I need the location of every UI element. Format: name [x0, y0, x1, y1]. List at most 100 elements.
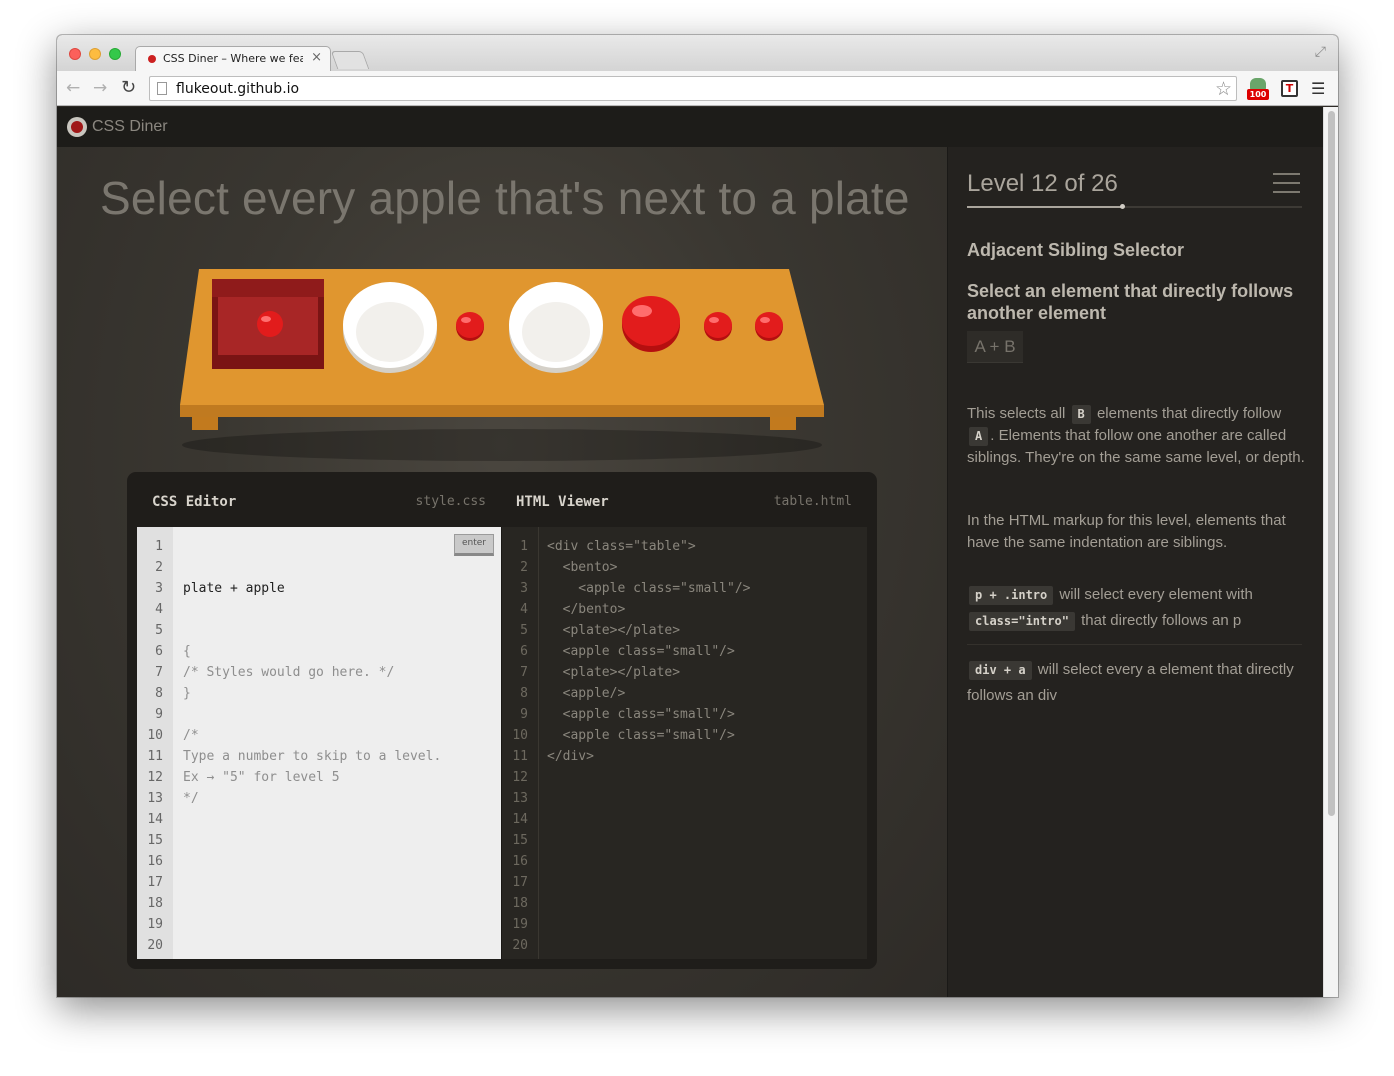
selector-title: Select an element that directly follows … — [967, 281, 1294, 323]
html-code-line: <bento> — [547, 560, 618, 575]
table-edge — [180, 405, 824, 417]
line-number: 18 — [512, 896, 528, 911]
line-number: 12 — [512, 770, 528, 785]
desc-tag-a: A — [969, 427, 989, 446]
tab-title: CSS Diner – Where we feast on CSS — [163, 52, 303, 65]
example-text: that directly follows an p — [1081, 612, 1242, 629]
html-code-line: <div class="table"> — [547, 539, 696, 554]
line-number: 15 — [512, 833, 528, 848]
plate[interactable] — [343, 282, 437, 373]
html-markup: <div class="table"> <bento> <apple class… — [547, 536, 751, 767]
html-code-line: <apple class="small"/> — [547, 728, 735, 743]
apple-small[interactable] — [755, 312, 783, 341]
desc-text: elements that directly follow — [1096, 405, 1282, 422]
plate[interactable] — [509, 282, 603, 373]
extension-t-icon[interactable]: T — [1281, 80, 1298, 97]
css-code-line: Type a number to skip to a level. — [183, 749, 442, 764]
browser-tab[interactable]: CSS Diner – Where we feast on CSS × — [135, 46, 331, 71]
line-number: 4 — [155, 602, 163, 617]
browser-window: CSS Diner – Where we feast on CSS × ⤢ ← … — [57, 35, 1338, 997]
desc-tag-b: B — [1071, 405, 1091, 424]
enter-button[interactable]: enter — [454, 534, 494, 556]
level-progress-bar — [967, 204, 1302, 209]
html-line-numbers: 1 2 3 4 5 6 7 8 9 10 11 12 13 14 15 16 17 18 19 20 — [502, 527, 539, 959]
line-number: 2 — [155, 560, 163, 575]
page-content: CSS Diner Select every apple that's next… — [57, 107, 1323, 997]
bento-box[interactable] — [212, 279, 324, 369]
close-tab-icon[interactable]: × — [311, 50, 322, 65]
line-number: 14 — [512, 812, 528, 827]
line-number: 2 — [520, 560, 528, 575]
bookmark-star-icon[interactable]: ☆ — [1215, 78, 1232, 100]
line-number: 7 — [155, 665, 163, 680]
apple[interactable] — [622, 296, 680, 352]
line-number: 9 — [155, 707, 163, 722]
new-tab-button[interactable] — [330, 51, 370, 69]
back-arrow-icon[interactable]: ← — [66, 78, 80, 98]
selector-syntax: A + B — [967, 331, 1023, 363]
close-window-button[interactable] — [69, 48, 81, 60]
level-menu-icon[interactable] — [1273, 173, 1300, 193]
fullscreen-icon[interactable]: ⤢ — [1315, 44, 1326, 60]
example-1: p + .intro will select every element wit… — [967, 582, 1302, 645]
html-code-line: <plate></plate> — [547, 665, 681, 680]
line-number: 19 — [147, 917, 163, 932]
line-number: 19 — [512, 917, 528, 932]
line-number: 20 — [147, 938, 163, 953]
page-scrollbar[interactable] — [1323, 107, 1338, 997]
html-code-line: <apple class="small"/> — [547, 581, 751, 596]
page-icon — [157, 82, 167, 95]
reload-icon[interactable]: ↻ — [121, 77, 136, 98]
css-line-numbers: 1 2 3 4 5 6 7 8 9 10 11 12 13 14 15 16 17 18 19 20 — [137, 527, 173, 959]
dinner-table — [180, 269, 824, 461]
line-number: 12 — [147, 770, 163, 785]
css-code-line — [183, 704, 441, 725]
html-viewer-title: HTML Viewer — [516, 494, 609, 510]
apple-small-in-bento[interactable] — [257, 311, 283, 337]
game-area: Select every apple that's next to a plat… — [57, 147, 947, 997]
desc-text: This selects all — [967, 405, 1066, 422]
css-selector-input[interactable]: plate + apple — [183, 578, 441, 599]
selector-name: Adjacent Sibling Selector — [967, 240, 1185, 260]
css-code-line: Ex → "5" for level 5 — [183, 770, 340, 785]
line-number: 14 — [147, 812, 163, 827]
css-diner-logo — [67, 117, 87, 137]
css-editor[interactable]: 1 2 3 4 5 6 7 8 9 10 11 12 13 14 15 16 17 18 19 20 plate + … — [137, 527, 501, 959]
extension-robot-icon[interactable]: 100 — [1247, 78, 1269, 100]
favicon-icon — [148, 55, 156, 63]
line-number: 8 — [520, 686, 528, 701]
line-number: 8 — [155, 686, 163, 701]
browser-toolbar: ← → ↻ flukeout.github.io ☆ 100 T ☰ — [57, 71, 1338, 106]
css-code-line: { — [183, 644, 191, 659]
apple-small[interactable] — [456, 312, 484, 341]
scrollbar-thumb[interactable] — [1328, 111, 1335, 816]
css-code-line: } — [183, 686, 191, 701]
line-number: 1 — [155, 539, 163, 554]
example-code: div + a — [969, 661, 1032, 680]
apple-small[interactable] — [704, 312, 732, 341]
site-header: CSS Diner — [57, 107, 1323, 147]
zoom-window-button[interactable] — [109, 48, 121, 60]
browser-menu-icon[interactable]: ☰ — [1311, 79, 1325, 98]
html-code-line: <apple/> — [547, 686, 626, 701]
css-code-line: /* Styles would go here. */ — [183, 665, 395, 680]
line-number: 4 — [520, 602, 528, 617]
line-number: 3 — [520, 581, 528, 596]
line-number: 13 — [147, 791, 163, 806]
css-file-name: style.css — [415, 494, 486, 509]
line-number: 16 — [512, 854, 528, 869]
line-number: 10 — [147, 728, 163, 743]
forward-arrow-icon[interactable]: → — [93, 78, 107, 98]
html-code-line: <plate></plate> — [547, 623, 681, 638]
address-bar[interactable]: flukeout.github.io ☆ — [149, 76, 1237, 101]
example-2: div + a will select every a element that… — [967, 657, 1302, 709]
minimize-window-button[interactable] — [89, 48, 101, 60]
editor-panel: CSS Editor style.css HTML Viewer table.h… — [127, 472, 877, 969]
level-progress-fill — [967, 206, 1122, 208]
level-indicator: Level 12 of 26 — [967, 170, 1118, 197]
line-number: 17 — [147, 875, 163, 890]
html-viewer-header: HTML Viewer table.html — [501, 472, 867, 527]
selector-description: This selects all B elements that directl… — [967, 403, 1307, 469]
tab-strip: CSS Diner – Where we feast on CSS × ⤢ — [57, 35, 1338, 71]
table-leg-left — [192, 417, 218, 430]
